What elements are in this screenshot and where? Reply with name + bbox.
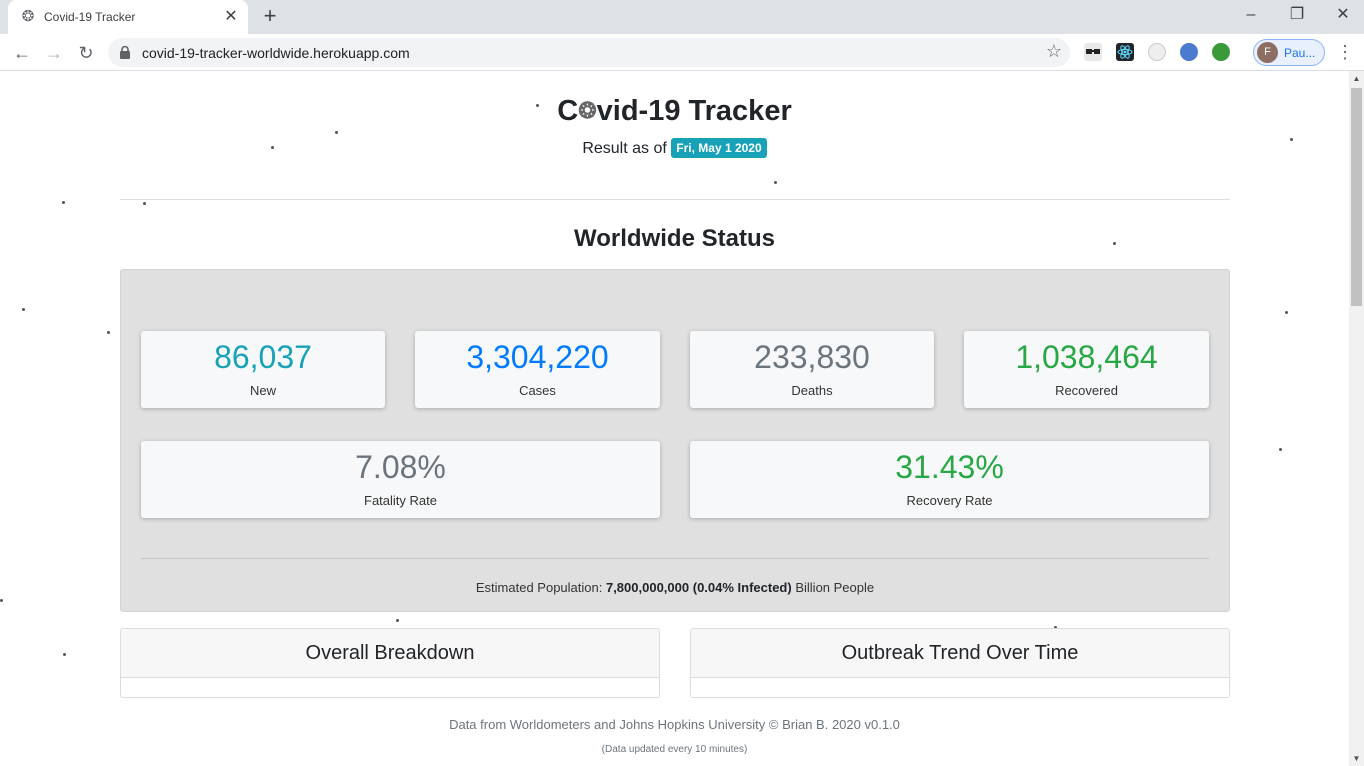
divider <box>141 558 1209 559</box>
extension-icon[interactable] <box>1084 43 1102 61</box>
stat-label-recovered: Recovered <box>1055 383 1118 398</box>
more-menu-icon[interactable]: ⋮ <box>1336 41 1354 63</box>
particle-dot <box>63 653 66 656</box>
tab-title: Covid-19 Tracker <box>44 10 136 24</box>
particle-dot <box>62 201 65 204</box>
extension-icon[interactable] <box>1180 43 1198 61</box>
stat-card-fatality-rate: 7.08% Fatality Rate <box>141 441 660 518</box>
virus-icon: ❂ <box>578 98 597 123</box>
extension-icon[interactable] <box>1212 43 1230 61</box>
title-text-suffix: vid-19 Tracker <box>596 95 792 127</box>
profile-button[interactable]: F Pau... <box>1253 39 1325 66</box>
population-infected: (0.04% Infected) <box>692 580 792 595</box>
footer-credit: Data from Worldometers and Johns Hopkins… <box>449 717 900 732</box>
stat-value-deaths: 233,830 <box>754 339 870 375</box>
worldwide-status-panel: 86,037 New 3,304,220 Cases 233,830 Death… <box>120 269 1230 612</box>
card-header: Outbreak Trend Over Time <box>691 629 1229 678</box>
date-badge: Fri, May 1 2020 <box>671 138 767 158</box>
react-devtools-icon[interactable] <box>1116 43 1134 61</box>
bookmark-star-icon[interactable]: ☆ <box>1046 41 1062 62</box>
divider <box>120 199 1230 200</box>
browser-toolbar: ← → ↻ covid-19-tracker-worldwide.herokua… <box>0 34 1364 71</box>
stat-card-cases: 3,304,220 Cases <box>415 331 660 408</box>
overall-breakdown-card: Overall Breakdown <box>120 628 660 698</box>
stat-value-cases: 3,304,220 <box>466 339 609 375</box>
population-line: Estimated Population: 7,800,000,000 (0.0… <box>121 580 1229 595</box>
stat-card-deaths: 233,830 Deaths <box>690 331 934 408</box>
close-window-icon[interactable]: ✕ <box>1320 0 1364 32</box>
stat-label-deaths: Deaths <box>791 383 833 398</box>
stat-value-fatality-rate: 7.08% <box>355 449 446 485</box>
minimize-icon[interactable]: – <box>1228 0 1274 32</box>
population-value: 7,800,000,000 <box>605 580 690 595</box>
result-label: Result as of <box>582 140 667 157</box>
browser-tab[interactable]: ❂ Covid-19 Tracker ✕ <box>8 0 248 34</box>
particle-dot <box>143 202 146 205</box>
result-date-line: Result as of Fri, May 1 2020 <box>0 138 1349 158</box>
scroll-thumb[interactable] <box>1351 88 1362 306</box>
particle-dot <box>396 619 399 622</box>
page-viewport: C❂vid-19 Tracker Result as of Fri, May 1… <box>0 71 1349 766</box>
page-title: C❂vid-19 Tracker <box>0 95 1349 128</box>
particle-dot <box>22 308 25 311</box>
forward-icon[interactable]: → <box>41 40 67 66</box>
avatar: F <box>1257 42 1278 63</box>
section-title: Worldwide Status <box>574 225 775 252</box>
particle-dot <box>0 599 3 602</box>
restore-icon[interactable]: ❐ <box>1274 0 1320 32</box>
stat-label-new: New <box>249 383 276 398</box>
scroll-up-icon[interactable]: ▲ <box>1352 74 1361 83</box>
tab-strip: ❂ Covid-19 Tracker ✕ + – ❐ ✕ <box>0 0 1364 34</box>
reload-icon[interactable]: ↻ <box>73 40 99 66</box>
particle-dot <box>107 331 110 334</box>
lock-icon <box>120 46 130 59</box>
particle-dot <box>1279 448 1282 451</box>
card-header: Overall Breakdown <box>121 629 659 678</box>
stat-card-new: 86,037 New <box>141 331 385 408</box>
particle-dot <box>774 181 777 184</box>
back-icon[interactable]: ← <box>9 40 35 66</box>
title-text-prefix: C <box>557 95 579 127</box>
particle-dot <box>1285 311 1288 314</box>
address-bar[interactable]: covid-19-tracker-worldwide.herokuapp.com… <box>108 38 1070 67</box>
virus-icon: ❂ <box>21 8 35 25</box>
stat-label-fatality-rate: Fatality Rate <box>364 493 437 508</box>
stat-value-recovered: 1,038,464 <box>1015 339 1158 375</box>
extension-icon[interactable] <box>1148 43 1166 61</box>
stat-value-recovery-rate: 31.43% <box>895 449 1004 485</box>
stat-label-cases: Cases <box>519 383 556 398</box>
new-tab-button[interactable]: + <box>258 5 282 29</box>
stat-label-recovery-rate: Recovery Rate <box>906 493 993 508</box>
stat-card-recovered: 1,038,464 Recovered <box>964 331 1209 408</box>
population-suffix: Billion People <box>795 580 875 595</box>
population-label: Estimated Population: <box>475 580 603 595</box>
outbreak-trend-card: Outbreak Trend Over Time <box>690 628 1230 698</box>
profile-name: Pau... <box>1284 46 1316 60</box>
scroll-down-icon[interactable]: ▼ <box>1352 754 1361 763</box>
footer-note: (Data updated every 10 minutes) <box>601 744 748 755</box>
url-text: covid-19-tracker-worldwide.herokuapp.com <box>142 45 410 61</box>
particle-dot <box>335 131 338 134</box>
close-tab-icon[interactable]: ✕ <box>222 8 240 26</box>
stat-value-new: 86,037 <box>214 339 312 375</box>
stat-card-recovery-rate: 31.43% Recovery Rate <box>690 441 1209 518</box>
vertical-scrollbar[interactable]: ▲ ▼ <box>1349 71 1364 766</box>
